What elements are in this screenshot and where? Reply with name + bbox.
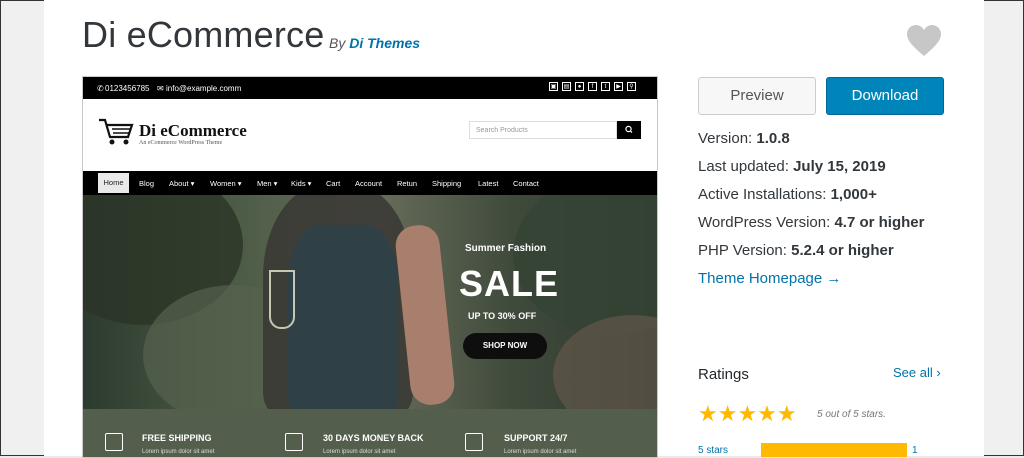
heart-icon[interactable] bbox=[906, 24, 942, 58]
phone-icon bbox=[465, 433, 483, 451]
cart-icon: ▣ bbox=[549, 82, 558, 91]
demo-hero-tagline: Summer Fashion bbox=[465, 243, 547, 254]
demo-hero-banner: Summer Fashion SALE UP TO 30% OFF SHOP N… bbox=[83, 195, 657, 409]
meta-php-version: PHP Version: 5.2.4 or higher bbox=[698, 242, 894, 259]
ratings-heading: Ratings bbox=[698, 366, 749, 383]
feature-title: 30 DAYS MONEY BACK bbox=[323, 433, 424, 443]
rating-row-label[interactable]: 5 stars bbox=[698, 445, 728, 456]
updated-value: July 15, 2019 bbox=[793, 158, 886, 175]
calendar-icon bbox=[285, 433, 303, 451]
demo-nav-retun: Retun bbox=[397, 179, 418, 188]
demo-search-input: Search Products bbox=[469, 121, 617, 139]
search-icon bbox=[625, 125, 633, 134]
author-link[interactable]: Di Themes bbox=[349, 35, 420, 51]
demo-nav-latest: Latest bbox=[478, 179, 499, 188]
truck-icon bbox=[105, 433, 123, 451]
rating-summary: 5 out of 5 stars. bbox=[817, 409, 886, 420]
demo-nav-home: Home bbox=[98, 173, 129, 193]
mail-icon: ✉ bbox=[157, 84, 164, 93]
demo-nav-blog: Blog bbox=[139, 179, 155, 188]
demo-nav-kids: Kids ▾ bbox=[291, 179, 312, 188]
twitter-icon: t bbox=[601, 82, 610, 91]
feature-title: SUPPORT 24/7 bbox=[504, 433, 568, 443]
by-prefix: By bbox=[329, 35, 346, 51]
demo-hero-offer: UP TO 30% OFF bbox=[468, 311, 537, 321]
demo-nav-about: About ▾ bbox=[169, 179, 195, 188]
demo-logo-subtitle: An eCommerce WordPress Theme bbox=[139, 140, 223, 146]
demo-nav-men: Men ▾ bbox=[257, 179, 278, 188]
search-icon: ⚲ bbox=[627, 82, 636, 91]
version-value: 1.0.8 bbox=[756, 130, 790, 147]
wp-value: 4.7 or higher bbox=[834, 214, 925, 231]
installs-label: Active Installations: bbox=[698, 186, 827, 203]
theme-homepage-link[interactable]: Theme Homepage → bbox=[698, 270, 841, 287]
theme-title: Di eCommerce bbox=[82, 14, 325, 55]
meta-version: Version: 1.0.8 bbox=[698, 130, 790, 147]
shopping-cart-icon bbox=[99, 118, 134, 145]
model-top bbox=[288, 225, 398, 409]
wine-glass bbox=[269, 270, 295, 329]
demo-shop-now-button: SHOP NOW bbox=[463, 333, 547, 359]
rating-bar bbox=[761, 443, 907, 457]
demo-features-bar: FREE SHIPPING Lorem ipsum dolor sit amet… bbox=[83, 409, 657, 457]
installs-value: 1,000+ bbox=[830, 186, 877, 203]
demo-email: info@example.comm bbox=[166, 84, 242, 93]
star-rating: ★★★★★ bbox=[698, 401, 797, 426]
demo-logo-title: Di eCommerce bbox=[139, 121, 247, 140]
download-button[interactable]: Download bbox=[826, 77, 944, 115]
demo-nav-cart: Cart bbox=[326, 179, 341, 188]
php-label: PHP Version: bbox=[698, 242, 787, 259]
demo-hero-headline: SALE bbox=[459, 263, 560, 304]
version-label: Version: bbox=[698, 130, 753, 147]
demo-nav: Home Blog About ▾ Women ▾ Men ▾ Kids ▾ C… bbox=[83, 171, 657, 195]
rating-row-count[interactable]: 1 bbox=[912, 445, 918, 456]
feature-desc: Lorem ipsum dolor sit amet bbox=[142, 449, 215, 455]
feature-desc: Lorem ipsum dolor sit amet bbox=[323, 449, 396, 455]
demo-nav-contact: Contact bbox=[513, 179, 539, 188]
see-all-link[interactable]: See all › bbox=[893, 365, 941, 380]
facebook-icon: f bbox=[588, 82, 597, 91]
meta-wp-version: WordPress Version: 4.7 or higher bbox=[698, 214, 924, 231]
demo-nav-shipping: Shipping bbox=[432, 179, 462, 188]
php-value: 5.2.4 or higher bbox=[791, 242, 894, 259]
meta-updated: Last updated: July 15, 2019 bbox=[698, 158, 886, 175]
demo-search-button bbox=[617, 121, 641, 139]
feature-title: FREE SHIPPING bbox=[142, 433, 212, 443]
demo-topbar: ✆ 0123456785 ✉ info@example.comm ▣ ▤ ● f… bbox=[83, 77, 657, 99]
user-icon: ● bbox=[575, 82, 584, 91]
demo-nav-account: Account bbox=[355, 179, 383, 188]
foliage-shape bbox=[553, 315, 657, 409]
youtube-icon: ▶ bbox=[614, 82, 623, 91]
demo-phone: 0123456785 bbox=[105, 84, 150, 93]
meta-installs: Active Installations: 1,000+ bbox=[698, 186, 877, 203]
bag-icon: ▤ bbox=[562, 82, 571, 91]
theme-author: By Di Themes bbox=[329, 35, 420, 51]
updated-label: Last updated: bbox=[698, 158, 789, 175]
feature-desc: Lorem ipsum dolor sit amet bbox=[504, 449, 577, 455]
demo-nav-women: Women ▾ bbox=[210, 179, 242, 188]
phone-icon: ✆ bbox=[97, 84, 104, 93]
theme-screenshot[interactable]: ✆ 0123456785 ✉ info@example.comm ▣ ▤ ● f… bbox=[82, 76, 658, 458]
wp-label: WordPress Version: bbox=[698, 214, 831, 231]
preview-button[interactable]: Preview bbox=[698, 77, 816, 115]
